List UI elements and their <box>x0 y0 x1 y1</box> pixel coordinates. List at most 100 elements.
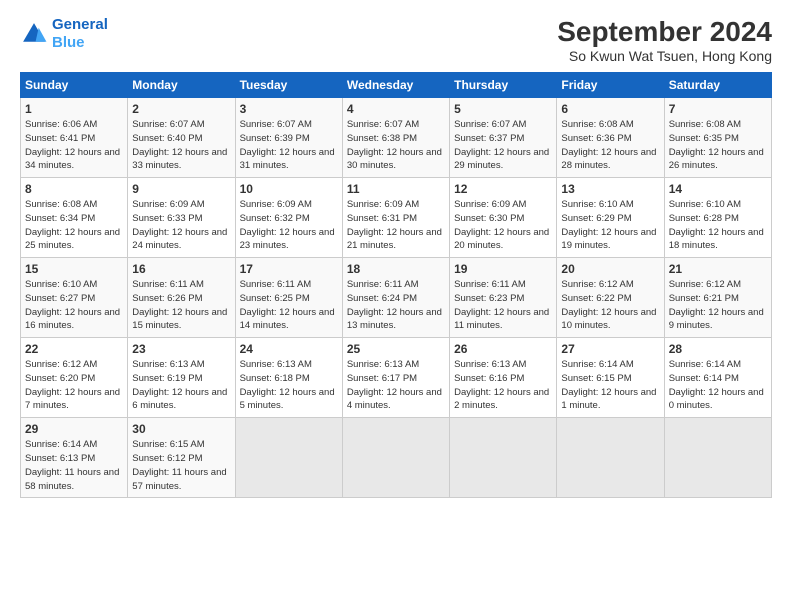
day-number: 14 <box>669 182 767 196</box>
list-item: 30 Sunrise: 6:15 AMSunset: 6:12 PMDayligh… <box>128 418 235 498</box>
day-number: 23 <box>132 342 230 356</box>
logo-text: General Blue <box>52 16 108 52</box>
title-block: September 2024 So Kwun Wat Tsuen, Hong K… <box>557 16 772 64</box>
day-number: 21 <box>669 262 767 276</box>
col-saturday: Saturday <box>664 73 771 98</box>
list-item: 25 Sunrise: 6:13 AMSunset: 6:17 PMDayligh… <box>342 338 449 418</box>
list-item: 24 Sunrise: 6:13 AMSunset: 6:18 PMDayligh… <box>235 338 342 418</box>
day-number: 5 <box>454 102 552 116</box>
day-number: 17 <box>240 262 338 276</box>
list-item: 26 Sunrise: 6:13 AMSunset: 6:16 PMDayligh… <box>450 338 557 418</box>
day-info: Sunrise: 6:11 AMSunset: 6:25 PMDaylight:… <box>240 278 338 333</box>
day-info: Sunrise: 6:08 AMSunset: 6:35 PMDaylight:… <box>669 118 767 173</box>
list-item: 15 Sunrise: 6:10 AMSunset: 6:27 PMDayligh… <box>21 258 128 338</box>
day-info: Sunrise: 6:13 AMSunset: 6:18 PMDaylight:… <box>240 358 338 413</box>
day-number: 13 <box>561 182 659 196</box>
list-item: 19 Sunrise: 6:11 AMSunset: 6:23 PMDayligh… <box>450 258 557 338</box>
list-item: 14Sunrise: 6:10 AMSunset: 6:28 PMDayligh… <box>664 178 771 258</box>
day-number: 15 <box>25 262 123 276</box>
table-row: 1 Sunrise: 6:06 AMSunset: 6:41 PMDaylight… <box>21 98 772 178</box>
day-number: 7 <box>669 102 767 116</box>
day-number: 22 <box>25 342 123 356</box>
day-number: 6 <box>561 102 659 116</box>
list-item: 2Sunrise: 6:07 AMSunset: 6:40 PMDaylight… <box>128 98 235 178</box>
list-item: 6 Sunrise: 6:08 AMSunset: 6:36 PMDaylight… <box>557 98 664 178</box>
col-wednesday: Wednesday <box>342 73 449 98</box>
day-info: Sunrise: 6:10 AMSunset: 6:29 PMDaylight:… <box>561 198 659 253</box>
col-friday: Friday <box>557 73 664 98</box>
list-item: 4Sunrise: 6:07 AMSunset: 6:38 PMDaylight… <box>342 98 449 178</box>
list-item: 29Sunrise: 6:14 AMSunset: 6:13 PMDayligh… <box>21 418 128 498</box>
day-number: 27 <box>561 342 659 356</box>
day-number: 26 <box>454 342 552 356</box>
day-info: Sunrise: 6:07 AMSunset: 6:39 PMDaylight:… <box>240 118 338 173</box>
col-tuesday: Tuesday <box>235 73 342 98</box>
day-number: 1 <box>25 102 123 116</box>
day-info: Sunrise: 6:12 AMSunset: 6:20 PMDaylight:… <box>25 358 123 413</box>
list-item: 1 Sunrise: 6:06 AMSunset: 6:41 PMDaylight… <box>21 98 128 178</box>
day-number: 10 <box>240 182 338 196</box>
day-info: Sunrise: 6:07 AMSunset: 6:37 PMDaylight:… <box>454 118 552 173</box>
day-number: 19 <box>454 262 552 276</box>
list-item: 3 Sunrise: 6:07 AMSunset: 6:39 PMDaylight… <box>235 98 342 178</box>
day-info: Sunrise: 6:09 AMSunset: 6:30 PMDaylight:… <box>454 198 552 253</box>
list-item <box>557 418 664 498</box>
day-info: Sunrise: 6:09 AMSunset: 6:32 PMDaylight:… <box>240 198 338 253</box>
list-item: 7 Sunrise: 6:08 AMSunset: 6:35 PMDaylight… <box>664 98 771 178</box>
calendar-body: 1 Sunrise: 6:06 AMSunset: 6:41 PMDaylight… <box>21 98 772 498</box>
list-item: 10 Sunrise: 6:09 AMSunset: 6:32 PMDayligh… <box>235 178 342 258</box>
day-number: 25 <box>347 342 445 356</box>
day-number: 4 <box>347 102 445 116</box>
day-number: 30 <box>132 422 230 436</box>
list-item: 12 Sunrise: 6:09 AMSunset: 6:30 PMDayligh… <box>450 178 557 258</box>
header-row: Sunday Monday Tuesday Wednesday Thursday… <box>21 73 772 98</box>
table-row: 29Sunrise: 6:14 AMSunset: 6:13 PMDayligh… <box>21 418 772 498</box>
list-item <box>664 418 771 498</box>
day-info: Sunrise: 6:06 AMSunset: 6:41 PMDaylight:… <box>25 118 123 173</box>
header: General Blue September 2024 So Kwun Wat … <box>20 16 772 64</box>
day-info: Sunrise: 6:14 AMSunset: 6:14 PMDaylight:… <box>669 358 767 413</box>
table-row: 22 Sunrise: 6:12 AMSunset: 6:20 PMDayligh… <box>21 338 772 418</box>
day-info: Sunrise: 6:15 AMSunset: 6:12 PMDaylight:… <box>132 438 230 493</box>
day-number: 12 <box>454 182 552 196</box>
day-info: Sunrise: 6:13 AMSunset: 6:19 PMDaylight:… <box>132 358 230 413</box>
day-info: Sunrise: 6:11 AMSunset: 6:26 PMDaylight:… <box>132 278 230 333</box>
list-item: 8Sunrise: 6:08 AMSunset: 6:34 PMDaylight… <box>21 178 128 258</box>
page-title: September 2024 <box>557 16 772 48</box>
list-item: 27Sunrise: 6:14 AMSunset: 6:15 PMDayligh… <box>557 338 664 418</box>
day-number: 3 <box>240 102 338 116</box>
col-monday: Monday <box>128 73 235 98</box>
list-item: 13 Sunrise: 6:10 AMSunset: 6:29 PMDayligh… <box>557 178 664 258</box>
day-info: Sunrise: 6:08 AMSunset: 6:36 PMDaylight:… <box>561 118 659 173</box>
day-info: Sunrise: 6:12 AMSunset: 6:22 PMDaylight:… <box>561 278 659 333</box>
day-number: 18 <box>347 262 445 276</box>
day-number: 24 <box>240 342 338 356</box>
list-item: 11Sunrise: 6:09 AMSunset: 6:31 PMDayligh… <box>342 178 449 258</box>
list-item: 16Sunrise: 6:11 AMSunset: 6:26 PMDayligh… <box>128 258 235 338</box>
day-info: Sunrise: 6:13 AMSunset: 6:16 PMDaylight:… <box>454 358 552 413</box>
day-info: Sunrise: 6:11 AMSunset: 6:23 PMDaylight:… <box>454 278 552 333</box>
page: General Blue September 2024 So Kwun Wat … <box>0 0 792 612</box>
list-item: 17 Sunrise: 6:11 AMSunset: 6:25 PMDayligh… <box>235 258 342 338</box>
list-item: 9Sunrise: 6:09 AMSunset: 6:33 PMDaylight… <box>128 178 235 258</box>
day-number: 9 <box>132 182 230 196</box>
table-row: 15 Sunrise: 6:10 AMSunset: 6:27 PMDayligh… <box>21 258 772 338</box>
day-number: 20 <box>561 262 659 276</box>
day-number: 2 <box>132 102 230 116</box>
day-info: Sunrise: 6:13 AMSunset: 6:17 PMDaylight:… <box>347 358 445 413</box>
day-info: Sunrise: 6:12 AMSunset: 6:21 PMDaylight:… <box>669 278 767 333</box>
list-item <box>450 418 557 498</box>
col-thursday: Thursday <box>450 73 557 98</box>
list-item <box>235 418 342 498</box>
day-info: Sunrise: 6:09 AMSunset: 6:31 PMDaylight:… <box>347 198 445 253</box>
list-item: 5 Sunrise: 6:07 AMSunset: 6:37 PMDaylight… <box>450 98 557 178</box>
list-item: 22 Sunrise: 6:12 AMSunset: 6:20 PMDayligh… <box>21 338 128 418</box>
page-subtitle: So Kwun Wat Tsuen, Hong Kong <box>557 48 772 64</box>
day-info: Sunrise: 6:08 AMSunset: 6:34 PMDaylight:… <box>25 198 123 253</box>
list-item: 23 Sunrise: 6:13 AMSunset: 6:19 PMDayligh… <box>128 338 235 418</box>
logo-icon <box>20 20 48 48</box>
list-item: 28 Sunrise: 6:14 AMSunset: 6:14 PMDayligh… <box>664 338 771 418</box>
list-item <box>342 418 449 498</box>
day-number: 28 <box>669 342 767 356</box>
day-info: Sunrise: 6:10 AMSunset: 6:27 PMDaylight:… <box>25 278 123 333</box>
